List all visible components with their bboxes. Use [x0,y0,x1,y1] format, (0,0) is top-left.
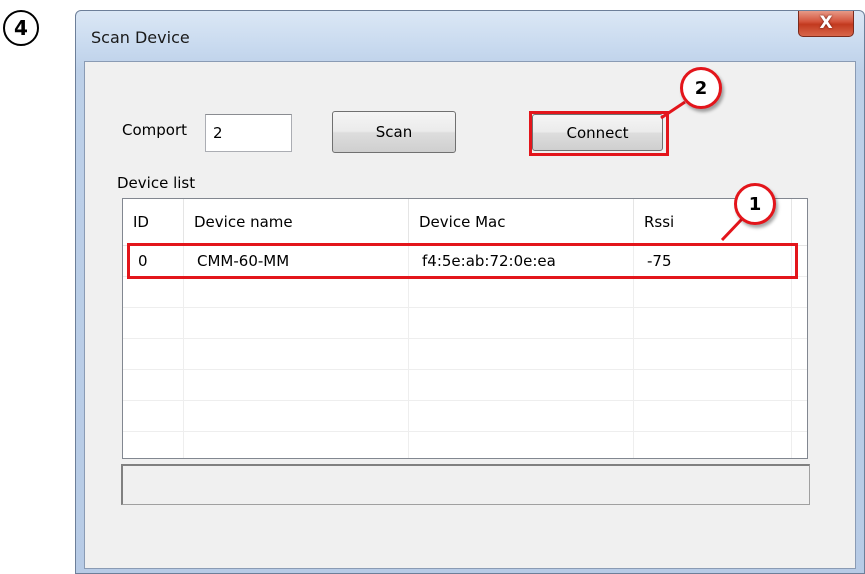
column-header-device-mac[interactable]: Device Mac [409,199,634,245]
column-header-id[interactable]: ID [123,199,184,245]
empty-row [123,370,807,401]
empty-row [123,339,807,370]
close-button[interactable]: X [798,11,854,37]
callout-badge-2: 2 [680,67,722,109]
close-icon: X [819,13,833,33]
empty-cell [634,370,792,401]
empty-cell [123,277,184,308]
comport-input[interactable] [205,114,292,152]
empty-cell [634,308,792,339]
empty-cell [409,339,634,370]
empty-cell [184,401,409,432]
device-list-label: Device list [117,174,196,192]
empty-cell [123,370,184,401]
empty-cell [123,339,184,370]
step-number-badge: 4 [3,10,39,46]
status-field [121,464,810,505]
scan-device-window: Scan Device X Comport Scan Connect Devic… [75,10,865,574]
empty-cell [409,370,634,401]
device-list-header: ID Device name Device Mac Rssi [123,199,807,246]
empty-cell [184,432,409,458]
empty-cell [409,308,634,339]
scan-button-label: Scan [375,123,413,141]
empty-row [123,432,807,458]
empty-cell [123,432,184,458]
device-list[interactable]: ID Device name Device Mac Rssi 0 CMM-60-… [122,198,808,459]
empty-cell [634,339,792,370]
empty-cell [184,370,409,401]
window-title: Scan Device [91,28,190,47]
empty-cell [409,277,634,308]
dialog-client-area: Comport Scan Connect Device list ID Devi… [84,61,856,569]
device-row-highlight-box [127,243,798,279]
scan-button[interactable]: Scan [332,111,456,153]
callout-badge-1: 1 [734,183,776,225]
empty-cell [123,401,184,432]
screenshot-stage: 4 Scan Device X Comport Scan Connect Dev… [0,0,865,574]
empty-cell [184,277,409,308]
connect-highlight-box [529,111,669,156]
empty-cell [184,308,409,339]
callout-2-number: 2 [694,77,708,99]
step-number: 4 [14,16,28,40]
empty-row [123,308,807,339]
empty-row [123,277,807,308]
empty-cell [409,401,634,432]
callout-1-number: 1 [748,193,762,215]
empty-cell [634,401,792,432]
column-header-device-name[interactable]: Device name [184,199,409,245]
empty-cell [409,432,634,458]
empty-cell [123,308,184,339]
comport-label: Comport [122,121,188,139]
empty-cell [184,339,409,370]
empty-row [123,401,807,432]
empty-cell [634,277,792,308]
empty-cell [634,432,792,458]
